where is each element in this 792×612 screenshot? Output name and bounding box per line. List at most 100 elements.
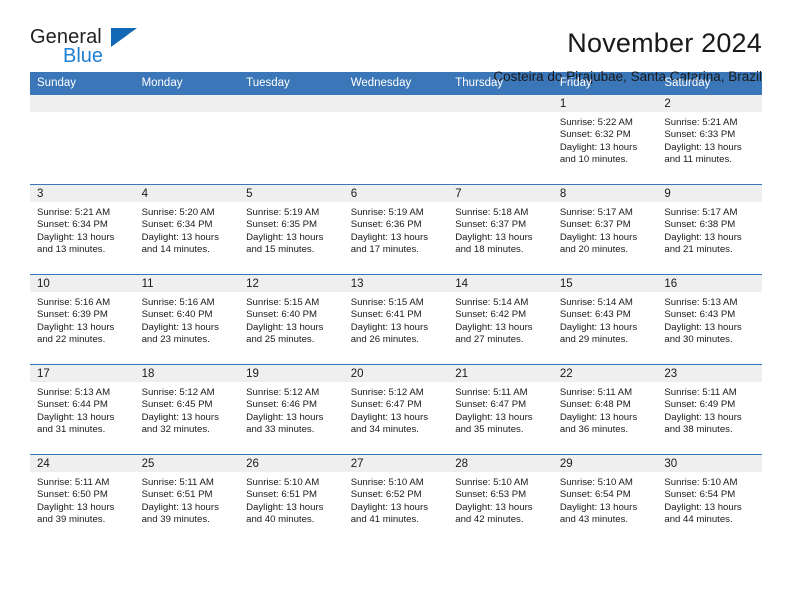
calendar-day-cell[interactable]: 6 Sunrise: 5:19 AM Sunset: 6:36 PM Daylight… [343,184,449,275]
sunset-time: Sunset: 6:40 PM [141,309,213,321]
calendar-day-cell[interactable]: 3 Sunrise: 5:21 AM Sunset: 6:34 PM Daylight… [30,184,135,275]
daylight-duration-line2: and 31 minutes. [37,424,106,436]
day-details: Sunrise: 5:11 AM Sunset: 6:48 PM Daylight:… [553,382,658,437]
day-details: Sunrise: 5:10 AM Sunset: 6:52 PM Daylight:… [344,472,449,527]
day-number: 19 [239,365,344,382]
calendar-day-cell[interactable]: 29 Sunrise: 5:10 AM Sunset: 6:54 PM Dayligh… [552,454,658,544]
calendar-day-cell[interactable]: 27 Sunrise: 5:10 AM Sunset: 6:52 PM Dayligh… [343,454,449,544]
calendar-day-cell[interactable]: 12 Sunrise: 5:15 AM Sunset: 6:40 PM Dayligh… [239,274,344,365]
page-header: General Blue November 2024 Costeira do P… [30,0,762,84]
day-number: 17 [30,365,135,382]
daylight-duration-line1: Daylight: 13 hours [664,321,742,333]
sunrise-sunset-calendar: Sunday Monday Tuesday Wednesday Thursday… [30,72,762,544]
daylight-duration-line1: Daylight: 13 hours [559,411,638,423]
calendar-day-cell[interactable]: 8 Sunrise: 5:17 AM Sunset: 6:37 PM Daylight… [552,184,658,275]
day-details: Sunrise: 5:11 AM Sunset: 6:51 PM Daylight:… [135,472,240,527]
day-number: 29 [552,455,658,472]
day-details: Sunrise: 5:10 AM Sunset: 6:54 PM Daylight:… [657,472,762,527]
daylight-duration-line2: and 38 minutes. [664,424,733,436]
weekday-header-tuesday: Tuesday [239,72,344,95]
daylight-duration-line2: and 36 minutes. [559,424,629,436]
calendar-cell-empty [239,94,344,185]
daylight-duration-line1: Daylight: 13 hours [350,321,429,333]
sunset-time: Sunset: 6:52 PM [350,489,422,501]
day-details: Sunrise: 5:11 AM Sunset: 6:49 PM Daylight:… [657,382,762,437]
daylight-duration-line2: and 20 minutes. [559,244,629,256]
daylight-duration-line1: Daylight: 13 hours [246,501,324,513]
calendar-day-cell[interactable]: 25 Sunrise: 5:11 AM Sunset: 6:51 PM Dayligh… [134,454,240,544]
daylight-duration-line2: and 32 minutes. [141,424,210,436]
daylight-duration-line2: and 29 minutes. [559,334,629,346]
daylight-duration-line2: and 40 minutes. [246,514,315,526]
calendar-day-cell[interactable]: 7 Sunrise: 5:18 AM Sunset: 6:37 PM Daylight… [448,184,553,275]
calendar-day-cell[interactable]: 5 Sunrise: 5:19 AM Sunset: 6:35 PM Daylight… [239,184,344,275]
calendar-day-cell[interactable]: 15 Sunrise: 5:14 AM Sunset: 6:43 PM Dayligh… [552,274,658,365]
calendar-day-cell[interactable]: 24 Sunrise: 5:11 AM Sunset: 6:50 PM Dayligh… [30,454,135,544]
calendar-week-row: 24 Sunrise: 5:11 AM Sunset: 6:50 PM Dayligh… [30,454,762,544]
daylight-duration-line2: and 30 minutes. [664,334,733,346]
calendar-day-cell[interactable]: 18 Sunrise: 5:12 AM Sunset: 6:45 PM Dayligh… [134,364,240,455]
calendar-day-cell[interactable]: 9 Sunrise: 5:17 AM Sunset: 6:38 PM Daylight… [657,184,762,275]
day-details: Sunrise: 5:17 AM Sunset: 6:38 PM Daylight:… [657,202,762,257]
day-number: 28 [448,455,553,472]
calendar-day-cell[interactable]: 28 Sunrise: 5:10 AM Sunset: 6:53 PM Dayligh… [448,454,553,544]
calendar-day-cell[interactable]: 4 Sunrise: 5:20 AM Sunset: 6:34 PM Daylight… [134,184,240,275]
day-number: 11 [134,275,240,292]
day-details: Sunrise: 5:15 AM Sunset: 6:40 PM Daylight:… [239,292,344,347]
calendar-day-cell[interactable]: 21 Sunrise: 5:11 AM Sunset: 6:47 PM Dayligh… [448,364,553,455]
sunrise-time: Sunrise: 5:17 AM [559,207,633,218]
calendar-day-cell[interactable]: 22 Sunrise: 5:11 AM Sunset: 6:48 PM Dayligh… [552,364,658,455]
sunset-time: Sunset: 6:54 PM [664,489,736,501]
daylight-duration-line1: Daylight: 13 hours [141,501,219,513]
calendar-day-cell[interactable]: 14 Sunrise: 5:14 AM Sunset: 6:42 PM Dayligh… [448,274,553,365]
day-details: Sunrise: 5:11 AM Sunset: 6:50 PM Daylight:… [30,472,135,527]
daylight-duration-line2: and 17 minutes. [350,244,419,256]
sunrise-time: Sunrise: 5:18 AM [455,207,529,218]
calendar-day-cell[interactable]: 13 Sunrise: 5:15 AM Sunset: 6:41 PM Dayligh… [343,274,449,365]
calendar-day-cell[interactable]: 11 Sunrise: 5:16 AM Sunset: 6:40 PM Dayligh… [134,274,240,365]
calendar-day-cell[interactable]: 16 Sunrise: 5:13 AM Sunset: 6:43 PM Dayligh… [657,274,762,365]
sunrise-time: Sunrise: 5:15 AM [350,297,424,308]
calendar-body: 1 Sunrise: 5:22 AM Sunset: 6:32 PM Daylight… [30,94,762,544]
daylight-duration-line2: and 18 minutes. [455,244,524,256]
daylight-duration-line2: and 21 minutes. [664,244,733,256]
sunrise-time: Sunrise: 5:19 AM [246,207,320,218]
sunset-time: Sunset: 6:43 PM [559,309,631,321]
day-number: 5 [239,185,344,202]
daylight-duration-line2: and 34 minutes. [350,424,419,436]
daylight-duration-line1: Daylight: 13 hours [455,501,533,513]
day-number: 27 [343,455,449,472]
sunrise-time: Sunrise: 5:11 AM [141,477,214,488]
day-details: Sunrise: 5:21 AM Sunset: 6:34 PM Daylight:… [30,202,135,257]
day-number: 6 [343,185,449,202]
sunrise-time: Sunrise: 5:16 AM [141,297,215,308]
daylight-duration-line1: Daylight: 13 hours [559,321,638,333]
daylight-duration-line2: and 33 minutes. [246,424,315,436]
calendar-day-cell[interactable]: 30 Sunrise: 5:10 AM Sunset: 6:54 PM Dayligh… [657,454,762,544]
day-details: Sunrise: 5:18 AM Sunset: 6:37 PM Daylight:… [448,202,553,257]
calendar-day-cell[interactable]: 20 Sunrise: 5:12 AM Sunset: 6:47 PM Dayligh… [343,364,449,455]
calendar-day-cell[interactable]: 1 Sunrise: 5:22 AM Sunset: 6:32 PM Daylight… [552,94,658,185]
day-number: 23 [657,365,762,382]
calendar-day-cell[interactable]: 2 Sunrise: 5:21 AM Sunset: 6:33 PM Daylight… [657,94,762,185]
sunset-time: Sunset: 6:41 PM [350,309,422,321]
calendar-day-cell[interactable]: 26 Sunrise: 5:10 AM Sunset: 6:51 PM Dayligh… [239,454,344,544]
daylight-duration-line2: and 10 minutes. [559,154,629,166]
daylight-duration-line2: and 25 minutes. [246,334,315,346]
day-number [343,95,449,112]
general-blue-logo[interactable]: General Blue [30,26,160,72]
logo-text-blue: Blue [63,45,104,67]
calendar-day-cell[interactable]: 19 Sunrise: 5:12 AM Sunset: 6:46 PM Dayligh… [239,364,344,455]
calendar-day-cell[interactable]: 17 Sunrise: 5:13 AM Sunset: 6:44 PM Dayligh… [30,364,135,455]
sunrise-time: Sunrise: 5:10 AM [559,477,633,488]
sunrise-time: Sunrise: 5:12 AM [141,387,215,398]
calendar-day-cell[interactable]: 10 Sunrise: 5:16 AM Sunset: 6:39 PM Dayligh… [30,274,135,365]
calendar-day-cell[interactable]: 23 Sunrise: 5:11 AM Sunset: 6:49 PM Dayligh… [657,364,762,455]
day-details [448,112,553,117]
sunset-time: Sunset: 6:39 PM [37,309,108,321]
day-number: 4 [134,185,240,202]
daylight-duration-line2: and 27 minutes. [455,334,524,346]
day-number: 3 [30,185,135,202]
sunrise-time: Sunrise: 5:13 AM [37,387,111,398]
sunset-time: Sunset: 6:33 PM [664,129,736,141]
